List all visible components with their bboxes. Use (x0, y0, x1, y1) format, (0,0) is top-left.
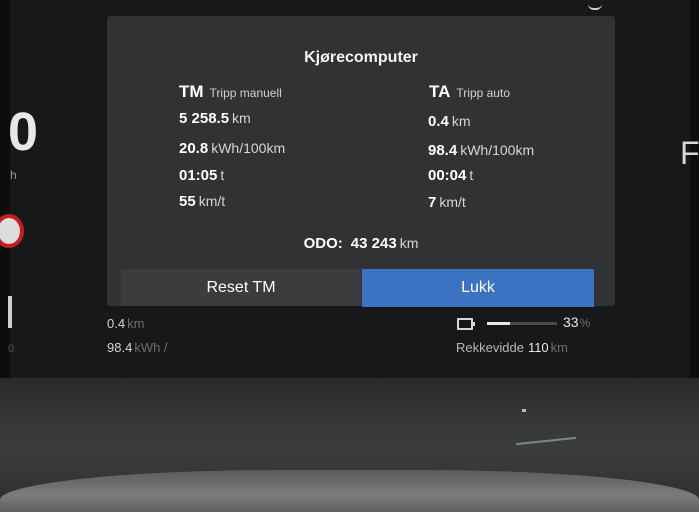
power-gauge-bar (8, 296, 12, 328)
ta-distance: 0.4 km (428, 113, 471, 130)
trip-distance-readout: 0.4 km (107, 316, 145, 331)
tm-distance: 5 258.5 km (179, 110, 251, 127)
tm-label: Tripp manuell (209, 86, 282, 100)
dashboard-lip (0, 470, 699, 512)
tm-header: TM Tripp manuell (179, 82, 282, 102)
gear-indicator-partial: F (680, 135, 699, 171)
ta-time: 00:04 t (428, 167, 474, 184)
ta-consumption: 98.4 kWh/100km (428, 142, 535, 159)
battery-percent: 33% (563, 314, 591, 330)
odometer: ODO: 43 243 km (303, 235, 419, 252)
screen-glare (588, 0, 602, 10)
gauge-zero-label: 0 (8, 343, 15, 355)
ta-header: TA Tripp auto (429, 82, 510, 102)
bezel-reflection (522, 409, 526, 412)
speed-unit-partial: h (10, 168, 17, 182)
ta-speed: 7 km/t (428, 194, 466, 211)
battery-icon (457, 318, 475, 330)
dialog-title: Kjørecomputer (304, 49, 418, 66)
reset-tm-button[interactable]: Reset TM (121, 269, 361, 306)
ta-code: TA (429, 82, 451, 101)
speed-readout-partial: 0 (8, 102, 39, 162)
range-readout: Rekkevidde 110 km (456, 340, 569, 355)
battery-level-bar (487, 322, 557, 325)
tm-time: 01:05 t (179, 167, 225, 184)
trip-consumption-readout: 98.4 kWh / (107, 340, 168, 355)
ta-label: Tripp auto (456, 86, 510, 100)
tm-code: TM (179, 82, 204, 101)
tm-consumption: 20.8 kWh/100km (179, 140, 286, 157)
close-button[interactable]: Lukk (362, 269, 594, 307)
trip-computer-dialog: Kjørecomputer TM Tripp manuell TA Tripp au… (107, 16, 615, 307)
battery-level-fill (487, 322, 511, 325)
tm-speed: 55 km/t (179, 193, 226, 210)
